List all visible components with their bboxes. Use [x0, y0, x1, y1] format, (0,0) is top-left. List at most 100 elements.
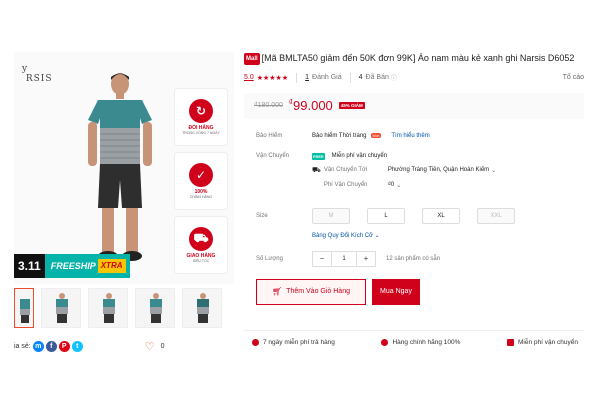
thumbnail-5[interactable] — [182, 288, 222, 328]
add-to-cart-label: Thêm Vào Giỏ Hàng — [286, 288, 350, 296]
thumbnail-1[interactable] — [14, 288, 34, 328]
guarantee-authentic-text: Hàng chính hãng 100% — [392, 339, 461, 346]
guarantee-bar: 7 ngày miễn phí trả hàng Hàng chính hãng… — [244, 330, 584, 346]
chevron-down-icon[interactable]: ⌄ — [396, 182, 401, 189]
info-icon[interactable]: ⓘ — [391, 73, 397, 82]
product-details: Mall [Mã BMLTA50 giảm đến 50K đơn 99K] Áo… — [244, 52, 584, 305]
mall-badge: Mall — [244, 52, 260, 65]
messenger-icon[interactable]: m — [32, 341, 44, 352]
chevron-down-icon[interactable]: ⌄ — [491, 167, 496, 174]
free-shipping-line: FREE Miễn phí vận chuyển — [312, 152, 496, 160]
promo-banner: 3.11 FREESHIP XTRA — [14, 254, 152, 278]
insurance-body: Bảo hiểm Thời trang Mới Tìm hiểu thêm — [312, 133, 430, 139]
truck-icon: ⛟ — [189, 227, 213, 251]
buy-now-button[interactable]: Mua Ngay — [372, 278, 420, 305]
product-title: Mall [Mã BMLTA50 giảm đến 50K đơn 99K] Áo… — [244, 52, 584, 65]
price-box: ₫180.000 ₫99.000 45% GIẢM — [244, 92, 584, 119]
size-option-m: M — [312, 207, 350, 224]
thumbnail-image — [56, 293, 68, 323]
return-icon — [252, 339, 259, 346]
service-badges: ↻ ĐỔI HÀNG TRONG VÒNG 7 NGÀY ✓ 100% CHÍN… — [174, 88, 228, 280]
thumbnail-4[interactable] — [135, 288, 175, 328]
product-title-text: [Mã BMLTA50 giảm đến 50K đơn 99K] Áo nam… — [261, 53, 575, 63]
cart-icon: 🛒︎ — [272, 287, 283, 297]
thumbnail-image — [150, 293, 162, 323]
thumbnail-image — [20, 299, 30, 323]
truck-icon: ⛟ — [312, 166, 321, 174]
size-label: Size — [256, 212, 268, 219]
insurance-label: Bảo Hiểm — [256, 132, 283, 139]
learn-more-link[interactable]: Tìm hiểu thêm — [391, 133, 429, 139]
guarantee-return-text: 7 ngày miễn phí trả hàng — [263, 339, 335, 346]
twitter-icon[interactable]: t — [71, 341, 83, 352]
rating-stars-icon: ★★★★★ — [256, 74, 289, 82]
badge-sub: SIÊU TỐC — [192, 259, 210, 263]
sold-count: 4 — [358, 74, 363, 82]
size-option-xxl: XXL — [477, 207, 515, 224]
review-label: Đánh Giá — [312, 74, 342, 82]
facebook-icon[interactable]: f — [45, 341, 57, 352]
shield-icon — [381, 339, 389, 346]
quantity-row: Số Lượng − 1 + 12 sản phẩm có sẵn — [244, 250, 584, 267]
thumbnail-strip — [14, 288, 234, 328]
guarantee-authentic: Hàng chính hãng 100% — [381, 339, 460, 346]
guarantee-return: 7 ngày miễn phí trả hàng — [252, 339, 335, 346]
shipping-row: Vận Chuyển FREE Miễn phí vận chuyển ⛟ Vậ… — [244, 152, 584, 190]
discount-badge: 45% GIẢM — [338, 102, 365, 110]
quantity-input[interactable]: 1 — [331, 251, 357, 266]
rating-value[interactable]: 5.0 — [244, 74, 254, 81]
size-guide-link[interactable]: Bảng Quy Đổi Kích Cỡ ⌄ — [244, 232, 584, 239]
authentic-badge: ✓ 100% CHÍNH HÃNG — [174, 152, 228, 210]
quantity-label: Số Lượng — [256, 255, 283, 262]
ship-fee-label: Phí Vận Chuyển — [323, 182, 368, 189]
model-illustration — [88, 73, 152, 261]
badge-sub: CHÍNH HÃNG — [189, 195, 213, 199]
ship-fee-line: ⛟ Phí Vận Chuyển ₫0 ⌄ — [312, 181, 496, 190]
ship-to-label: Vận Chuyển Tới — [323, 167, 368, 174]
ship-fee-value[interactable]: ₫0 — [388, 182, 394, 188]
like-button[interactable]: ♡ 0 — [145, 340, 165, 353]
add-to-cart-button[interactable]: 🛒︎ Thêm Vào Giỏ Hàng — [256, 278, 366, 305]
thumbnail-image — [103, 293, 115, 323]
action-buttons: 🛒︎ Thêm Vào Giỏ Hàng Mua Ngay — [244, 278, 584, 305]
badge-sub: TRONG VÒNG 7 NGÀY — [182, 131, 220, 135]
decrement-button[interactable]: − — [313, 252, 331, 266]
report-link[interactable]: Tố cáo — [563, 74, 584, 81]
size-row: Size M L XL XXL — [244, 207, 584, 224]
guarantee-shipping: Miễn phí vận chuyển — [507, 339, 578, 346]
increment-button[interactable]: + — [357, 252, 375, 266]
sale-price: ₫99.000 — [289, 98, 333, 113]
sale-price-value: 99.000 — [293, 98, 333, 114]
divider — [349, 72, 351, 83]
size-option-l[interactable]: L — [367, 207, 405, 224]
original-price: ₫180.000 — [254, 102, 283, 110]
heart-icon: ♡ — [144, 341, 155, 353]
quantity-stepper: − 1 + — [312, 250, 376, 267]
promo-date: 3.11 — [14, 254, 45, 278]
insurance-row: Bảo Hiểm Bảo hiểm Thời trang Mới Tìm hiể… — [244, 133, 584, 139]
shipping-label: Vận Chuyển — [256, 152, 290, 159]
rating-row: 5.0 ★★★★★ 1 Đánh Giá 4 Đã Bán ⓘ Tố cáo — [244, 72, 584, 83]
exchange-badge: ↻ ĐỔI HÀNG TRONG VÒNG 7 NGÀY — [174, 88, 228, 146]
size-guide-text: Bảng Quy Đổi Kích Cỡ — [312, 232, 373, 239]
thumbnail-2[interactable] — [41, 288, 81, 328]
refresh-icon: ↻ — [189, 99, 213, 123]
thumbnail-3[interactable] — [88, 288, 128, 328]
promo-freeship: FREESHIP XTRA — [44, 254, 130, 278]
ship-to-line: ⛟ Vận Chuyển Tới Phường Tràng Tiền, Quận… — [312, 166, 496, 175]
main-product-image[interactable]: y RSIS ↻ ĐỔI HÀNG TRONG VÒNG 7 NGÀY ✓ 10… — [14, 52, 234, 284]
divider — [296, 72, 298, 83]
free-shipping-icon: FREE — [312, 152, 325, 160]
chevron-down-icon: ⌄ — [374, 232, 380, 239]
check-icon: ✓ — [189, 163, 213, 187]
truck-icon — [507, 339, 514, 346]
ship-to-value[interactable]: Phường Tràng Tiền, Quận Hoàn Kiếm — [388, 167, 489, 173]
review-count[interactable]: 1 — [305, 74, 309, 81]
sold-label: Đã Bán — [365, 74, 389, 82]
product-gallery: y RSIS ↻ ĐỔI HÀNG TRONG VÒNG 7 NGÀY ✓ 10… — [14, 52, 234, 353]
size-option-xl[interactable]: XL — [422, 207, 460, 224]
shipping-body: FREE Miễn phí vận chuyển ⛟ Vận Chuyển Tớ… — [312, 152, 496, 190]
share-row: ia sẻ: m f P t ♡ 0 — [14, 340, 234, 353]
pinterest-icon[interactable]: P — [58, 341, 70, 352]
insurance-text: Bảo hiểm Thời trang — [312, 132, 367, 139]
